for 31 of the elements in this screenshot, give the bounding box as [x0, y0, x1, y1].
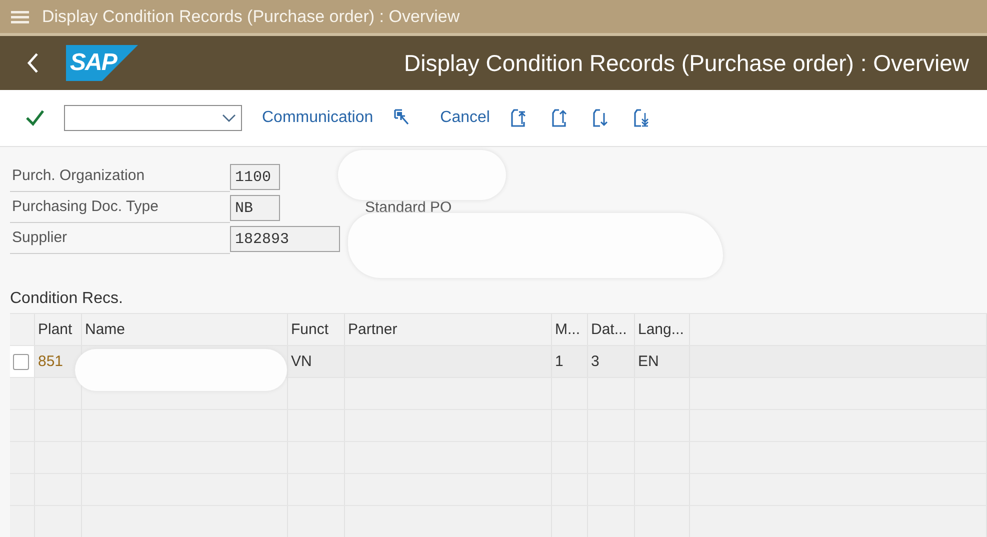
column-header[interactable]: Partner [345, 314, 552, 345]
input-field[interactable]: NB [230, 194, 280, 220]
row-checkbox[interactable] [13, 354, 29, 370]
field-description: Standard PO [365, 199, 452, 216]
input-field[interactable]: 182893 [230, 226, 340, 252]
table-cell: 1 [555, 353, 564, 370]
table-cell: 851 [38, 353, 64, 370]
page-down-icon[interactable] [592, 108, 609, 128]
column-header[interactable]: Name [82, 314, 288, 345]
table-cell: VN [291, 353, 312, 370]
toolbar-button[interactable]: Cancel [434, 105, 496, 131]
table-cell: 3 [591, 353, 600, 370]
logo: SAP [66, 45, 138, 81]
page-double-up-icon[interactable] [510, 108, 527, 128]
column-header[interactable]: Dat... [588, 314, 635, 345]
input-field[interactable]: 1100 [230, 164, 280, 190]
table-cell: EN [638, 353, 659, 370]
column-header[interactable]: Funct [288, 314, 345, 345]
column-header[interactable]: Plant [35, 314, 82, 345]
section-title: Condition Recs. [10, 290, 124, 309]
back-icon[interactable] [26, 52, 40, 74]
page-up-icon[interactable] [550, 108, 568, 128]
page-title: Display Condition Records (Purchase order) : Overview [404, 50, 969, 76]
column-header[interactable]: M... [552, 314, 588, 345]
page-double-down-icon[interactable] [632, 108, 650, 128]
caret-icon [222, 113, 236, 123]
command-field[interactable] [64, 105, 242, 131]
checkmark-icon[interactable] [24, 108, 46, 128]
toolbar-button[interactable]: Communication [256, 105, 380, 131]
window-title: Display Condition Records (Purchase order) : Overview [42, 6, 460, 26]
column-header[interactable]: Lang... [635, 314, 690, 345]
